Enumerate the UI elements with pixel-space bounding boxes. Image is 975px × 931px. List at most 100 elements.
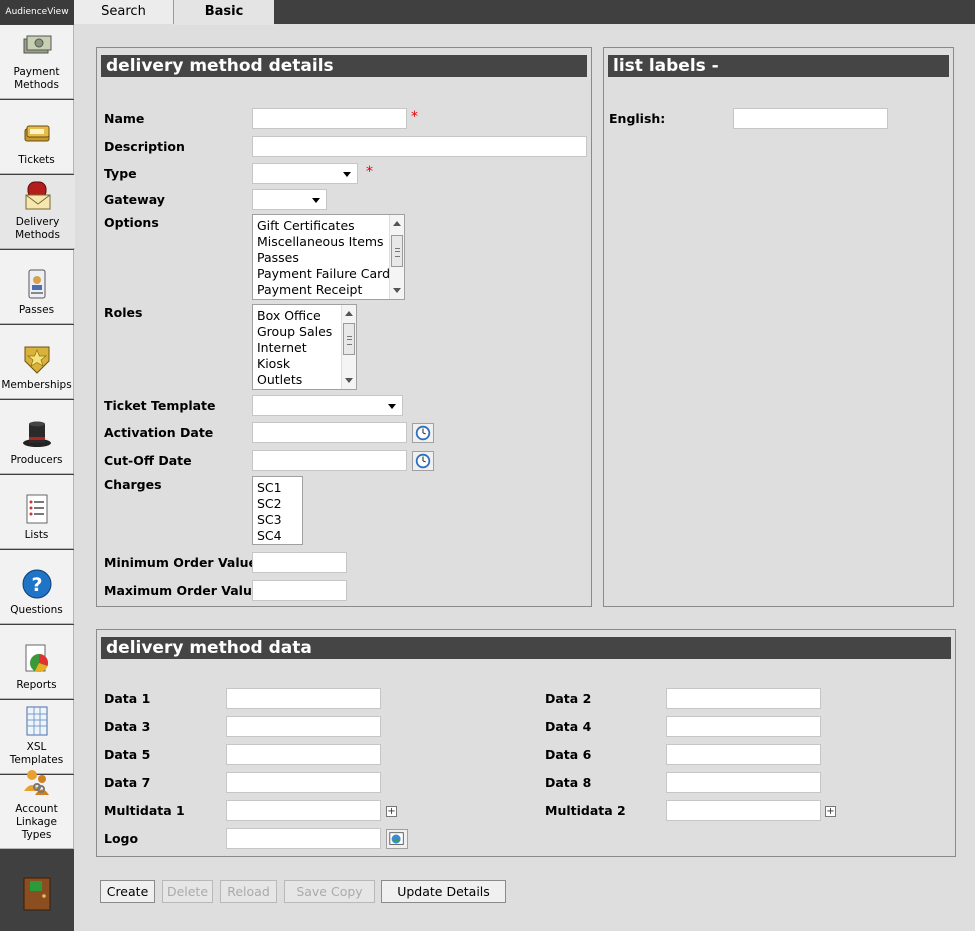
list-item[interactable]: SC2 (253, 496, 302, 512)
sidebar-item-label: Producers (10, 454, 63, 466)
required-mark: * (411, 109, 418, 125)
scroll-thumb[interactable] (343, 323, 355, 355)
data2-input[interactable] (666, 688, 821, 709)
data6-label: Data 6 (545, 747, 592, 762)
list-item[interactable]: Payment Failure Card (253, 266, 404, 282)
activation-date-label: Activation Date (104, 425, 214, 440)
list-item[interactable]: SC4 (253, 528, 302, 544)
data5-input[interactable] (226, 744, 381, 765)
english-label: English: (609, 111, 666, 126)
name-input[interactable] (252, 108, 407, 129)
sidebar-item-label: Payment Methods (13, 66, 60, 91)
multidata1-label: Multidata 1 (104, 803, 185, 818)
sidebar-item-label: XSL Templates (9, 741, 64, 766)
logo-input[interactable] (226, 828, 381, 849)
data1-label: Data 1 (104, 691, 151, 706)
update-details-button[interactable]: Update Details (381, 880, 506, 903)
gateway-select[interactable] (252, 189, 327, 210)
list-labels-panel: list labels - (603, 47, 954, 607)
expand-plus-icon[interactable]: + (825, 806, 836, 817)
multidata2-input[interactable] (666, 800, 821, 821)
image-picker-icon[interactable] (386, 829, 408, 849)
required-mark: * (366, 164, 373, 180)
details-panel-title: delivery method details (101, 55, 587, 77)
expand-plus-icon[interactable]: + (386, 806, 397, 817)
scroll-up-icon[interactable] (345, 311, 353, 316)
data7-input[interactable] (226, 772, 381, 793)
data8-label: Data 8 (545, 775, 592, 790)
create-button[interactable]: Create (100, 880, 155, 903)
data2-label: Data 2 (545, 691, 592, 706)
scroll-down-icon[interactable] (393, 288, 401, 293)
charges-listbox[interactable]: SC1 SC2 SC3 SC4 (252, 476, 303, 545)
sidebar-item-label: Delivery Methods (15, 216, 60, 241)
options-listbox[interactable]: Gift Certificates Miscellaneous Items Pa… (252, 214, 405, 300)
list-item[interactable]: Gift Certificates (253, 218, 404, 234)
english-input[interactable] (733, 108, 888, 129)
sidebar-item-label: Questions (10, 604, 63, 616)
question-icon: ? (20, 568, 54, 600)
tab-basic[interactable]: Basic (174, 0, 274, 25)
type-select[interactable] (252, 163, 358, 184)
data-panel-title: delivery method data (101, 637, 951, 659)
sidebar-item-label: Reports (16, 679, 57, 691)
name-label: Name (104, 111, 145, 126)
list-item[interactable]: Payment Receipt (253, 282, 404, 298)
calendar-icon[interactable] (412, 451, 434, 471)
calendar-icon[interactable] (412, 423, 434, 443)
scroll-down-icon[interactable] (345, 378, 353, 383)
ticket-template-select[interactable] (252, 395, 403, 416)
roles-listbox[interactable]: Box Office Group Sales Internet Kiosk Ou… (252, 304, 357, 390)
list-item[interactable]: Miscellaneous Items (253, 234, 404, 250)
max-order-input[interactable] (252, 580, 347, 601)
ticket-icon (20, 118, 54, 150)
pass-card-icon (20, 268, 54, 300)
sidebar-item-reports[interactable]: Reports (0, 625, 74, 699)
data5-label: Data 5 (104, 747, 151, 762)
account-linkage-icon (20, 767, 54, 799)
charges-label: Charges (104, 477, 162, 492)
data4-input[interactable] (666, 716, 821, 737)
list-item[interactable]: SC1 (253, 480, 302, 496)
sidebar-item-lists[interactable]: Lists (0, 475, 74, 549)
delete-button[interactable]: Delete (162, 880, 213, 903)
data8-input[interactable] (666, 772, 821, 793)
max-order-label: Maximum Order Value (104, 583, 261, 598)
sidebar-item-xsl-templates[interactable]: XSL Templates (0, 700, 74, 774)
cutoff-date-input[interactable] (252, 450, 407, 471)
logo-label: Logo (104, 831, 139, 846)
list-item[interactable]: Passes (253, 250, 404, 266)
sidebar-item-producers[interactable]: Producers (0, 400, 74, 474)
list-icon (20, 493, 54, 525)
sidebar-item-payment-methods[interactable]: Payment Methods (0, 25, 74, 99)
reload-button[interactable]: Reload (220, 880, 277, 903)
data6-input[interactable] (666, 744, 821, 765)
sidebar-item-tickets[interactable]: Tickets (0, 100, 74, 174)
sidebar-item-delivery-methods[interactable]: Delivery Methods (0, 175, 75, 249)
roles-label: Roles (104, 305, 143, 320)
data3-input[interactable] (226, 716, 381, 737)
roles-scrollbar[interactable] (341, 305, 356, 389)
sidebar-item-label: Tickets (18, 154, 55, 166)
sidebar-item-memberships[interactable]: Memberships (0, 325, 74, 399)
activation-date-input[interactable] (252, 422, 407, 443)
multidata1-input[interactable] (226, 800, 381, 821)
data1-input[interactable] (226, 688, 381, 709)
scroll-thumb[interactable] (391, 235, 403, 267)
sidebar-item-passes[interactable]: Passes (0, 250, 74, 324)
min-order-input[interactable] (252, 552, 347, 573)
data4-label: Data 4 (545, 719, 592, 734)
tab-search[interactable]: Search (74, 0, 174, 24)
gateway-label: Gateway (104, 192, 165, 207)
sidebar-item-account-linkage-types[interactable]: Account Linkage Types (0, 770, 74, 849)
description-input[interactable] (252, 136, 587, 157)
description-label: Description (104, 139, 185, 154)
save-copy-button[interactable]: Save Copy (284, 880, 375, 903)
multidata2-label: Multidata 2 (545, 803, 626, 818)
list-item[interactable]: SC3 (253, 512, 302, 528)
scroll-up-icon[interactable] (393, 221, 401, 226)
options-scrollbar[interactable] (389, 215, 404, 299)
sidebar-item-label: Lists (24, 529, 49, 541)
sidebar-item-questions[interactable]: ? Questions (0, 550, 74, 624)
exit-door-icon[interactable] (22, 876, 52, 912)
